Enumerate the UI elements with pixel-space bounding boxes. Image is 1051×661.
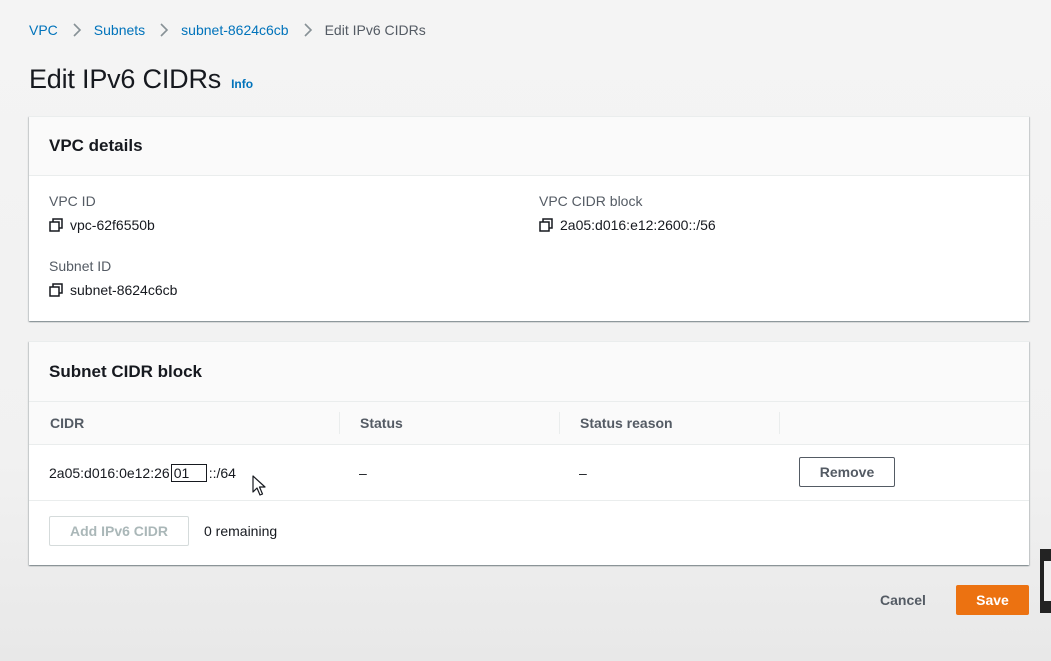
cidr-prefix: 2a05:d016:0e12:26 [49,464,170,481]
column-divider [339,412,340,434]
cidr-segment-input[interactable] [170,463,207,482]
info-link[interactable]: Info [231,77,253,91]
subnet-cidr-panel: Subnet CIDR block CIDR Status Status rea… [29,341,1029,565]
copy-icon[interactable] [49,283,63,297]
copy-icon[interactable] [49,218,63,232]
vpc-cidr-label: VPC CIDR block [539,193,643,209]
save-button[interactable]: Save [956,585,1029,615]
cancel-button[interactable]: Cancel [880,592,926,608]
chevron-right-icon [73,23,81,37]
column-header-status-reason: Status reason [580,415,673,431]
status-cell: – [359,464,367,481]
vpc-cidr-field: VPC CIDR block 2a05:d016:e12:2600::/56 [539,193,716,233]
chevron-right-icon [160,23,169,37]
status-reason-cell: – [579,464,587,481]
cidr-cell: 2a05:d016:0e12:26 ::/64 [49,445,236,500]
breadcrumb-vpc[interactable]: VPC [29,22,58,38]
subnet-id-value: subnet-8624c6cb [70,282,178,298]
vpc-id-label: VPC ID [49,193,96,209]
vpc-id-value: vpc-62f6550b [70,217,155,233]
breadcrumb: VPC Subnets subnet-8624c6cb Edit IPv6 CI… [29,21,426,39]
copy-icon[interactable] [539,218,553,232]
vpc-details-panel: VPC details VPC ID vpc-62f6550b VPC CIDR… [29,116,1029,321]
add-ipv6-cidr-button[interactable]: Add IPv6 CIDR [49,516,189,546]
breadcrumb-subnets[interactable]: Subnets [94,22,145,38]
remove-button[interactable]: Remove [799,457,895,487]
mouse-cursor-icon [252,475,266,496]
vpc-id-value-row: vpc-62f6550b [49,217,155,233]
vpc-cidr-value: 2a05:d016:e12:2600::/56 [560,217,716,233]
page-header: Edit IPv6 CIDRs Info [29,64,253,95]
subnet-id-label: Subnet ID [49,258,112,274]
column-header-status: Status [360,415,403,431]
page-title: Edit IPv6 CIDRs [29,64,222,94]
cidr-suffix: ::/64 [208,464,236,481]
subnet-id-field: Subnet ID subnet-8624c6cb [49,258,177,298]
breadcrumb-current: Edit IPv6 CIDRs [324,22,426,38]
table-header: CIDR Status Status reason [29,402,1029,445]
chevron-right-icon [304,23,312,37]
vpc-cidr-value-row: 2a05:d016:e12:2600::/56 [539,217,716,233]
column-header-cidr: CIDR [50,415,85,431]
subnet-id-value-row: subnet-8624c6cb [49,282,177,298]
subnet-cidr-heading: Subnet CIDR block [29,342,1029,402]
column-divider [779,412,780,434]
column-divider [559,412,560,434]
breadcrumb-subnet-id[interactable]: subnet-8624c6cb [181,22,288,38]
vpc-id-field: VPC ID vpc-62f6550b [49,193,155,233]
edge-overlay-widget [1040,549,1051,613]
remaining-count: 0 remaining [204,523,278,539]
table-row: 2a05:d016:0e12:26 ::/64 – – Remove [29,445,1029,501]
vpc-details-heading: VPC details [29,117,1029,176]
